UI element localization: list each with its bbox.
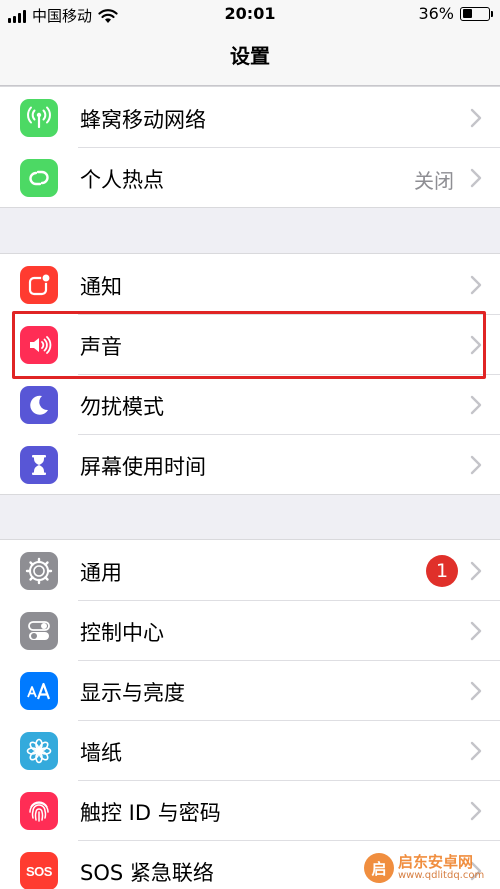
battery-percent: 36% [418,4,454,23]
settings-row-do-not-disturb[interactable]: 勿扰模式 [0,374,500,434]
chevron-right-icon [470,681,482,701]
hotspot-link-icon [20,159,58,197]
settings-row-label: 蜂窝移动网络 [80,108,206,132]
settings-row-label: 通用 [80,561,122,585]
moon-icon [20,386,58,424]
settings-row-wallpaper[interactable]: 墙纸 [0,720,500,780]
settings-row-touch-id-passcode[interactable]: 触控 ID 与密码 [0,780,500,840]
settings-group-network: 蜂窝移动网络 个人热点 关闭 [0,86,500,208]
settings-row-label: 个人热点 [80,168,164,192]
highlight-annotation-box [12,311,486,379]
chevron-right-icon [470,621,482,641]
settings-row-label: 墙纸 [80,741,122,765]
status-right: 36% [418,4,493,23]
chevron-right-icon [470,455,482,475]
settings-row-hotspot[interactable]: 个人热点 关闭 [0,147,500,207]
settings-row-label: 控制中心 [80,621,164,645]
cellular-antenna-icon [20,99,58,137]
update-badge: 1 [426,555,458,587]
battery-fill [462,9,472,18]
settings-row-display-brightness[interactable]: 显示与亮度 [0,660,500,720]
settings-row-label: SOS 紧急联络 [80,861,214,885]
settings-row-notifications[interactable]: 通知 [0,254,500,314]
chevron-right-icon [470,108,482,128]
chevron-right-icon [470,801,482,821]
settings-row-label: 显示与亮度 [80,681,185,705]
site-watermark: 启 启东安卓网 www.qdlitdq.com [364,851,494,885]
watermark-logo: 启 [364,853,394,883]
status-bar: 中国移动 20:01 36% [0,0,500,30]
notifications-icon [20,266,58,304]
watermark-name: 启东安卓网 [398,853,474,871]
chevron-right-icon [470,561,482,581]
gear-icon [20,552,58,590]
chevron-right-icon [470,168,482,188]
navigation-bar: 设置 [0,30,500,86]
settings-row-general[interactable]: 通用 1 [0,540,500,600]
chevron-right-icon [470,275,482,295]
battery-icon [460,6,493,21]
chevron-right-icon [470,395,482,415]
page-title: 设置 [230,44,270,68]
settings-row-control-center[interactable]: 控制中心 [0,600,500,660]
settings-row-label: 屏幕使用时间 [80,455,206,479]
hourglass-icon [20,446,58,484]
settings-row-label: 通知 [80,275,122,299]
settings-row-label: 勿扰模式 [80,395,164,419]
hotspot-status-value: 关闭 [414,169,454,193]
settings-row-screen-time[interactable]: 屏幕使用时间 [0,434,500,494]
fingerprint-icon [20,792,58,830]
settings-row-label: 触控 ID 与密码 [80,801,221,825]
sos-icon: SOS [20,852,58,889]
settings-group-general: 通用 1 控制中心 显示与亮度 墙纸 触控 ID 与密码 SOS SOS 紧急联… [0,539,500,889]
toggles-icon [20,612,58,650]
watermark-url: www.qdlitdq.com [398,870,485,881]
chevron-right-icon [470,741,482,761]
settings-row-cellular[interactable]: 蜂窝移动网络 [0,87,500,147]
text-size-icon [20,672,58,710]
flower-icon [20,732,58,770]
